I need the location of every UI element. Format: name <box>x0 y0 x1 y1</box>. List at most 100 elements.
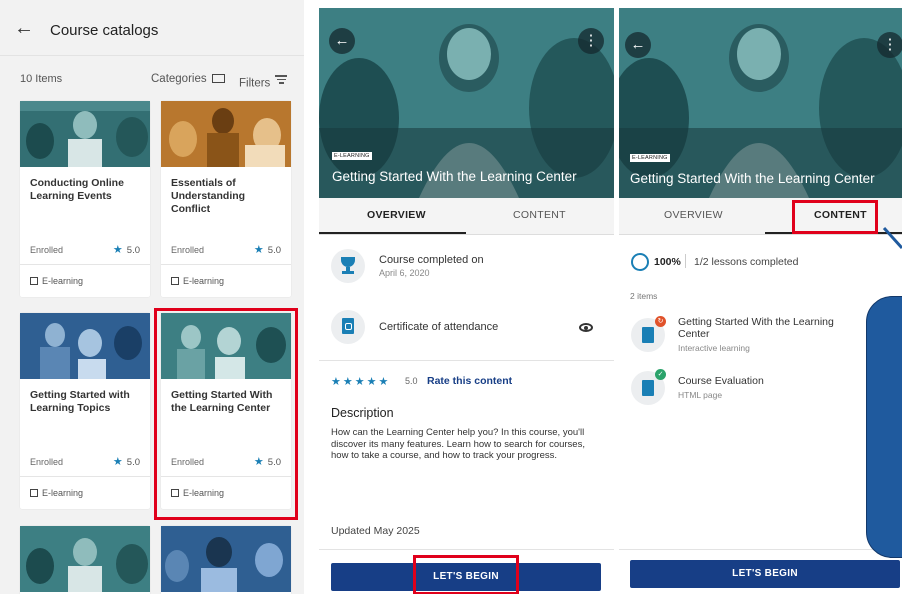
folder-icon <box>211 74 225 83</box>
in-progress-badge-icon: ↻ <box>655 316 666 327</box>
card-divider <box>20 476 150 477</box>
certificate-row[interactable]: Certificate of attendance <box>319 310 614 346</box>
course-title: Conducting Online Learning Events <box>30 177 124 202</box>
progress-percent: 100% <box>654 256 681 268</box>
course-rating: ★ 5.0 <box>113 455 140 468</box>
elearning-icon <box>30 277 38 285</box>
back-arrow-icon[interactable]: ← <box>14 18 34 38</box>
course-thumbnail <box>20 101 150 167</box>
lesson-title: Course Evaluation <box>678 375 764 387</box>
lesson-type: Interactive learning <box>678 343 750 353</box>
rating-stars: ★★★★★ <box>331 376 391 388</box>
description-heading: Description <box>331 406 394 420</box>
course-thumbnail <box>20 313 150 379</box>
course-type: E-learning <box>171 276 224 286</box>
progress-ring-icon <box>631 253 649 271</box>
tab-overview[interactable]: OVERVIEW <box>664 209 723 221</box>
rating-value: 5.0 <box>126 457 140 468</box>
course-type-tag: E-LEARNING <box>630 154 670 162</box>
course-type-label: E-learning <box>42 276 84 286</box>
course-type: E-learning <box>30 488 83 498</box>
course-card[interactable]: Conducting Online Learning Events Enroll… <box>20 101 150 297</box>
check-badge-icon: ✓ <box>655 369 666 380</box>
lesson-doc-icon: ↻ <box>631 316 666 352</box>
lesson-title: Getting Started With the Learning Center <box>678 316 834 340</box>
course-type-label: E-learning <box>42 488 84 498</box>
course-type-label: E-learning <box>183 276 225 286</box>
course-rating: ★ 5.0 <box>254 243 281 256</box>
course-title: Getting Started With the Learning Center <box>630 171 875 186</box>
progress-separator <box>685 254 686 268</box>
footer-divider <box>619 549 902 550</box>
course-thumbnail <box>161 101 291 167</box>
enrollment-status: Enrolled <box>171 245 205 255</box>
course-image <box>161 101 291 167</box>
course-overview-screen: ← ⋮ E-LEARNING Getting Started With the … <box>319 0 614 594</box>
hero-image <box>619 8 902 198</box>
rating-value: 5.0 <box>405 376 418 386</box>
course-thumbnail <box>161 526 291 592</box>
elearning-icon <box>30 489 38 497</box>
lessons-completed: 1/2 lessons completed <box>694 256 799 268</box>
course-tabs: OVERVIEW CONTENT <box>319 198 614 235</box>
course-card[interactable] <box>20 526 150 594</box>
course-hero: ← ⋮ E-LEARNING Getting Started With the … <box>619 8 902 198</box>
rate-content-link[interactable]: Rate this content <box>427 375 512 387</box>
course-title: Getting Started With the Learning Center <box>332 169 577 184</box>
star-icon: ★ <box>112 244 123 256</box>
course-image <box>20 101 150 167</box>
enrollment-status: Enrolled <box>30 245 64 255</box>
course-catalog-screen: ← Course catalogs 10 Items Categories Fi… <box>0 0 304 594</box>
footer-divider <box>319 549 614 550</box>
active-tab-indicator <box>319 232 466 234</box>
description-text: How can the Learning Center help you? In… <box>331 427 585 461</box>
course-card[interactable]: Essentials of Understanding Conflict Enr… <box>161 101 291 297</box>
course-card[interactable] <box>161 526 291 594</box>
course-image <box>20 313 150 379</box>
rating-value: 5.0 <box>267 245 281 256</box>
more-vert-icon[interactable]: ⋮ <box>578 28 604 54</box>
pdf-icon <box>331 310 365 344</box>
course-type: E-learning <box>30 276 83 286</box>
section-divider <box>319 360 614 361</box>
tooltip-callout <box>866 296 902 558</box>
updated-date: Updated May 2025 <box>331 525 420 537</box>
back-arrow-icon[interactable]: ← <box>329 28 355 54</box>
rating-value: 5.0 <box>126 245 140 256</box>
course-rating: ★ 5.0 <box>113 243 140 256</box>
lesson-doc-icon: ✓ <box>631 369 666 405</box>
course-image <box>161 526 291 592</box>
filters-label: Filters <box>239 77 271 90</box>
items-count: 10 Items <box>20 73 63 85</box>
course-hero: ← ⋮ E-LEARNING Getting Started With the … <box>319 8 614 198</box>
course-thumbnail <box>20 526 150 592</box>
star-icon: ★ <box>112 456 123 468</box>
completed-date: April 6, 2020 <box>379 268 430 278</box>
categories-button[interactable]: Categories <box>151 73 225 85</box>
filter-icon <box>275 73 288 86</box>
trophy-icon <box>331 249 365 283</box>
categories-label: Categories <box>151 73 207 85</box>
course-title: Getting Started with Learning Topics <box>30 389 130 414</box>
lesson-type: HTML page <box>678 390 723 400</box>
course-title: Essentials of Understanding Conflict <box>171 177 246 215</box>
completion-row: Course completed on April 6, 2020 <box>319 249 614 289</box>
star-icon: ★ <box>253 244 264 256</box>
elearning-icon <box>171 277 179 285</box>
page-title: Course catalogs <box>50 22 159 39</box>
catalog-header: ← Course catalogs <box>0 0 304 56</box>
completed-label: Course completed on <box>379 254 484 266</box>
card-divider <box>20 264 150 265</box>
course-card[interactable]: Getting Started with Learning Topics Enr… <box>20 313 150 509</box>
highlight-box <box>413 555 519 594</box>
lets-begin-button[interactable]: LET'S BEGIN <box>630 560 900 588</box>
eye-icon[interactable] <box>579 323 593 332</box>
filters-button[interactable]: Filters <box>239 73 288 90</box>
items-count: 2 items <box>630 291 658 301</box>
enrollment-status: Enrolled <box>30 457 64 467</box>
more-vert-icon[interactable]: ⋮ <box>877 32 902 58</box>
tab-content[interactable]: CONTENT <box>513 209 566 221</box>
course-image <box>20 526 150 592</box>
tab-overview[interactable]: OVERVIEW <box>367 209 426 221</box>
back-arrow-icon[interactable]: ← <box>625 32 651 58</box>
